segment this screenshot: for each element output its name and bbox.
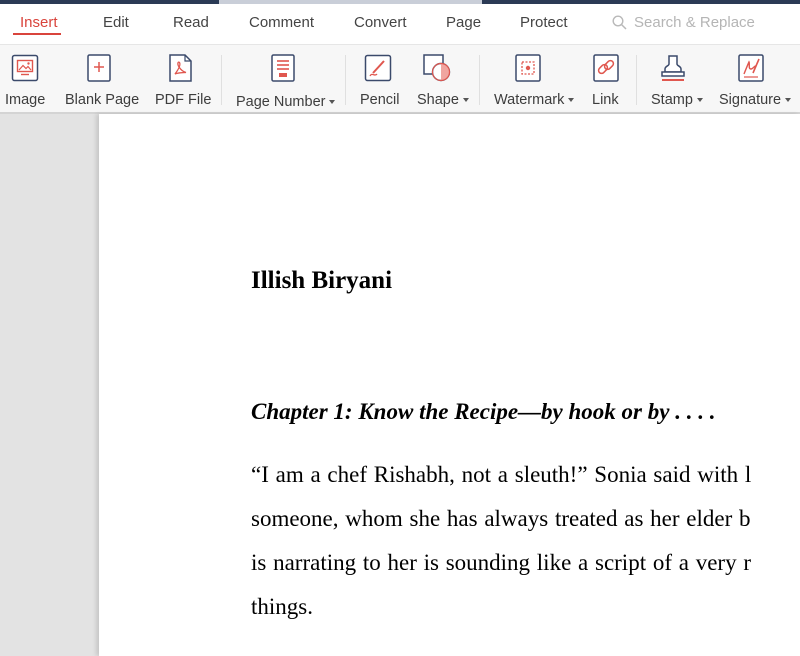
paragraph-line: “I am a chef Rishabh, not a sleuth!” Son… — [251, 462, 752, 487]
signature-text: Signature — [719, 92, 782, 108]
shape-text: Shape — [417, 92, 459, 108]
pdf-file-icon — [169, 54, 192, 82]
signature-label: Signature — [719, 92, 792, 108]
menu-bar: Insert Edit Read Comment Convert Page Pr… — [0, 4, 800, 44]
toolbar-separator — [221, 55, 222, 105]
tab-read[interactable]: Read — [173, 14, 209, 31]
blank-page-icon — [87, 54, 111, 82]
blank-page-label: Blank Page — [65, 92, 140, 108]
page-number-icon — [271, 54, 295, 82]
toolbar-separator — [636, 55, 637, 105]
chevron-down-icon — [785, 98, 792, 103]
pencil-button[interactable]: Pencil — [355, 45, 403, 113]
chevron-down-icon — [568, 98, 575, 103]
tab-page[interactable]: Page — [446, 14, 481, 31]
paragraph-line: things. — [251, 594, 313, 619]
image-label: Image — [5, 92, 46, 108]
toolbar-separator — [479, 55, 480, 105]
page-number-label: Page Number — [236, 94, 336, 110]
watermark-label: Watermark — [494, 92, 575, 108]
tab-insert[interactable]: Insert — [20, 14, 58, 31]
chevron-down-icon — [696, 98, 703, 103]
stamp-button[interactable]: Stamp — [645, 45, 707, 113]
chevron-down-icon — [329, 100, 336, 105]
watermark-icon — [515, 54, 541, 82]
page-number-button[interactable]: Page Number — [230, 45, 336, 113]
search-replace-label: Search & Replace — [634, 14, 755, 31]
active-tab-underline — [13, 33, 61, 35]
chevron-down-icon — [462, 98, 469, 103]
paragraph-line: is narrating to her is sounding like a s… — [251, 550, 751, 575]
link-button[interactable]: Link — [585, 45, 627, 113]
pencil-icon — [364, 54, 392, 82]
insert-toolbar: Image Blank Page PDF File Page Number Pe… — [0, 44, 800, 113]
watermark-button[interactable]: Watermark — [488, 45, 576, 113]
stamp-label: Stamp — [651, 92, 703, 108]
blank-page-button[interactable]: Blank Page — [60, 45, 140, 113]
toolbar-separator — [345, 55, 346, 105]
document-workspace[interactable]: Illish Biryani Chapter 1: Know the Recip… — [0, 114, 800, 656]
search-icon — [612, 15, 627, 30]
image-button[interactable]: Image — [0, 45, 52, 113]
tab-comment[interactable]: Comment — [249, 14, 314, 31]
search-replace[interactable]: Search & Replace — [612, 14, 755, 31]
tab-convert[interactable]: Convert — [354, 14, 407, 31]
stamp-icon — [661, 55, 685, 81]
paragraph-line: someone, whom she has always treated as … — [251, 506, 751, 531]
tab-protect[interactable]: Protect — [520, 14, 568, 31]
link-icon — [593, 54, 619, 82]
pencil-label: Pencil — [360, 92, 400, 108]
tab-edit[interactable]: Edit — [103, 14, 129, 31]
page-number-text: Page Number — [236, 94, 326, 110]
signature-icon — [738, 54, 764, 82]
pdf-file-button[interactable]: PDF File — [148, 45, 214, 113]
watermark-text: Watermark — [494, 92, 565, 108]
image-icon — [11, 54, 39, 82]
shape-button[interactable]: Shape — [412, 45, 472, 113]
stamp-text: Stamp — [651, 92, 693, 108]
pdf-file-label: PDF File — [155, 92, 212, 108]
link-label: Link — [592, 92, 619, 108]
shape-icon — [423, 54, 451, 82]
document-page[interactable]: Illish Biryani Chapter 1: Know the Recip… — [99, 114, 800, 656]
chapter-heading: Chapter 1: Know the Recipe—by hook or by… — [251, 399, 716, 424]
document-title: Illish Biryani — [251, 267, 393, 294]
signature-button[interactable]: Signature — [712, 45, 800, 113]
shape-label: Shape — [417, 92, 469, 108]
